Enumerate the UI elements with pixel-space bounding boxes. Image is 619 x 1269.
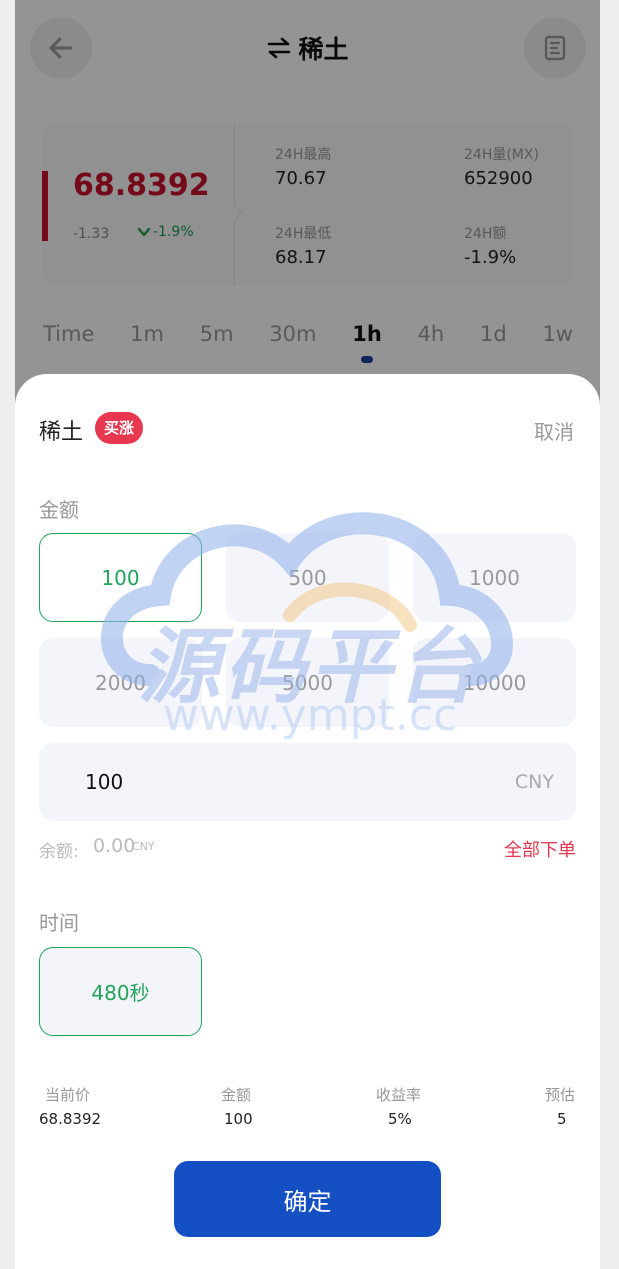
summary-value-price: 68.8392 (39, 1110, 102, 1128)
amount-option-100[interactable]: 100 (39, 533, 202, 622)
sheet-title: 稀土 (39, 420, 84, 445)
amount-option-1000[interactable]: 1000 (413, 533, 576, 622)
app-screen: 稀土 68.8392 -1.33 -1.9% 24H最高 70.67 24H量(… (15, 0, 600, 1269)
balance-label: 余额: (39, 842, 79, 862)
time-option-480s[interactable]: 480秒 (39, 947, 202, 1036)
amount-option-5000[interactable]: 5000 (226, 638, 389, 727)
direction-badge: 买涨 (95, 412, 144, 444)
all-order-button[interactable]: 全部下单 (504, 836, 576, 862)
amount-input[interactable]: 100 CNY (39, 743, 576, 821)
summary-label-amount: 金额 (221, 1086, 252, 1104)
confirm-button[interactable]: 确定 (174, 1161, 441, 1237)
balance-unit: CNY (132, 840, 155, 853)
summary-label-rate: 收益率 (376, 1086, 422, 1104)
cancel-button[interactable]: 取消 (534, 416, 574, 445)
summary-label-price: 当前价 (45, 1086, 91, 1104)
amount-section-label: 金额 (39, 498, 79, 522)
summary-label-estimate: 预估 (545, 1086, 576, 1104)
amount-option-500[interactable]: 500 (226, 533, 389, 622)
order-sheet: 稀土 买涨 取消 金额 100 500 1000 2000 5000 10000… (15, 374, 600, 1269)
amount-option-2000[interactable]: 2000 (39, 638, 202, 727)
time-section-label: 时间 (39, 911, 79, 935)
amount-input-unit: CNY (514, 771, 554, 793)
amount-option-10000[interactable]: 10000 (413, 638, 576, 727)
summary-value-estimate: 5 (557, 1110, 567, 1128)
amount-input-value: 100 (85, 770, 124, 794)
balance-value: 0.00 (93, 835, 136, 857)
summary-value-amount: 100 (224, 1110, 253, 1128)
summary-value-rate: 5% (388, 1110, 412, 1128)
